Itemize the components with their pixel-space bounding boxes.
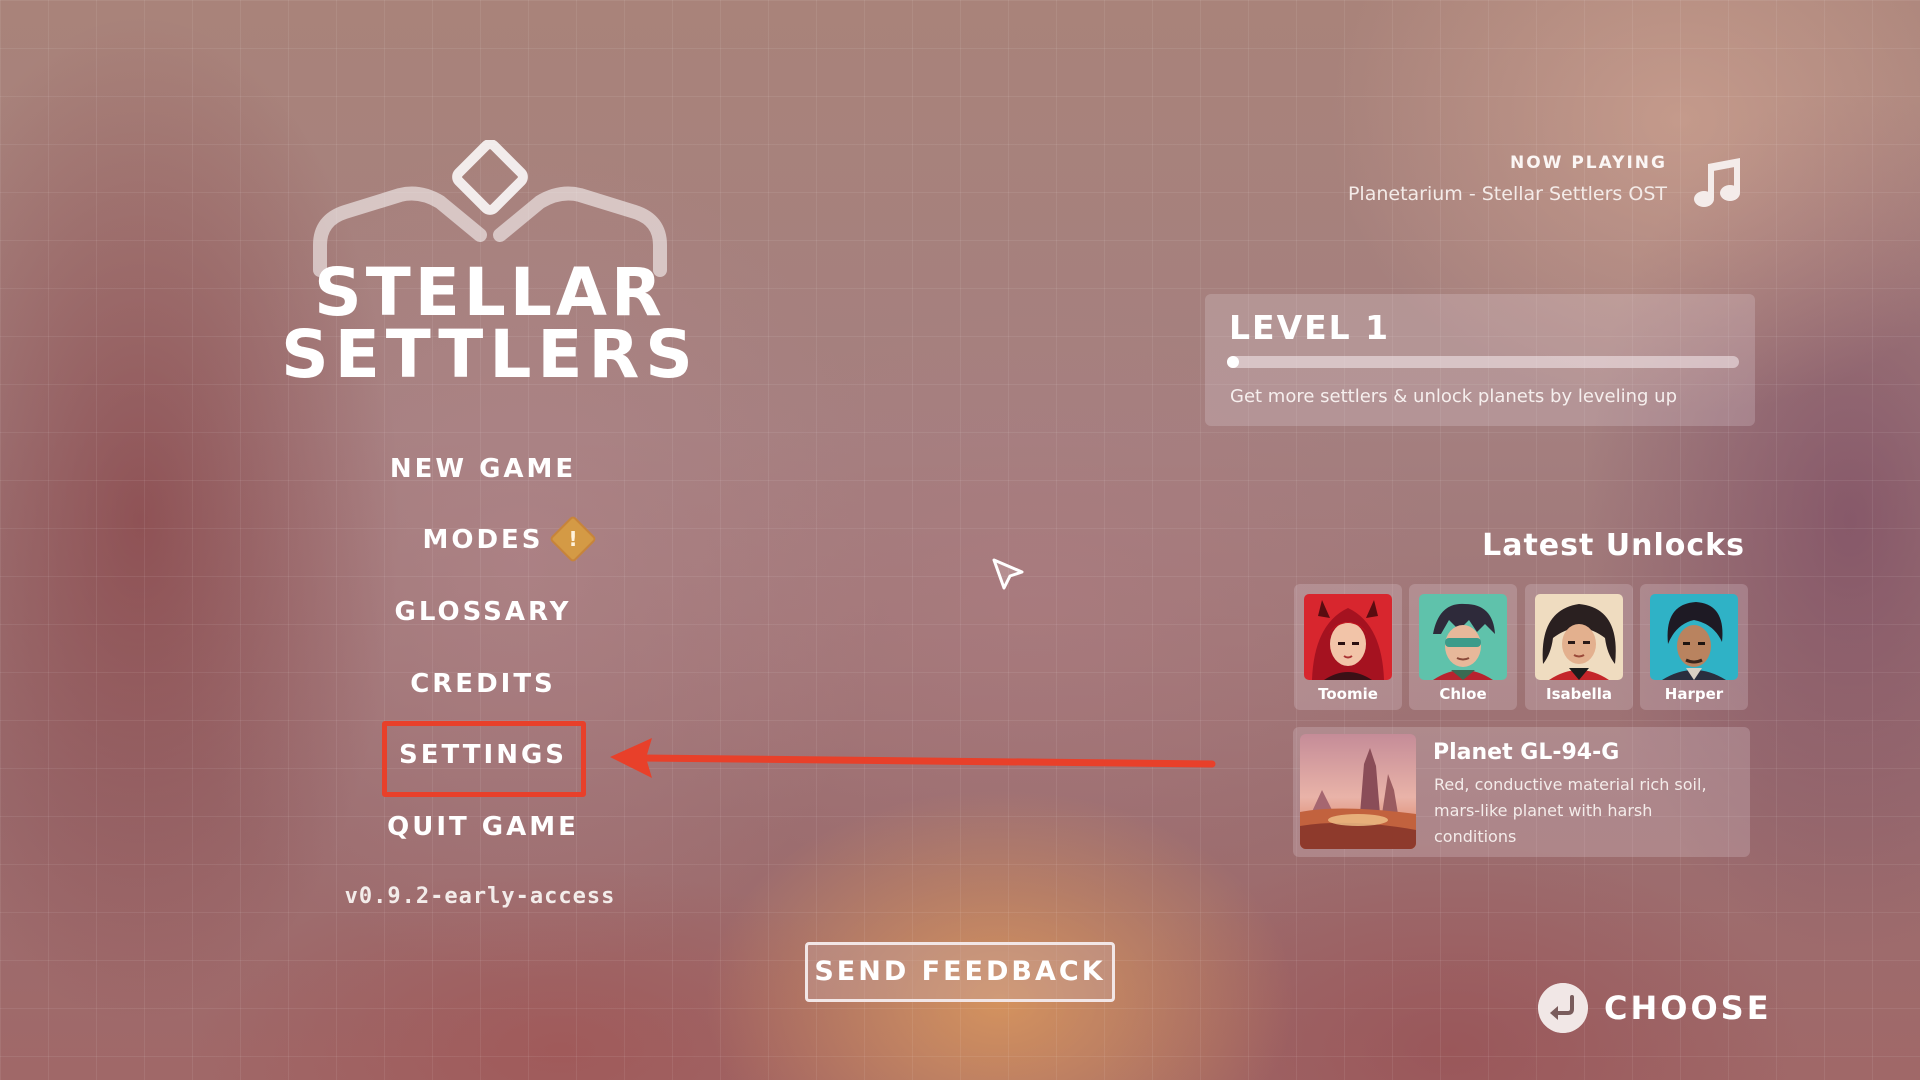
warning-diamond-icon: ! (548, 514, 598, 564)
settler-card-chloe[interactable]: Chloe (1409, 584, 1517, 710)
settler-card-isabella[interactable]: Isabella (1525, 584, 1633, 710)
planet-description: Red, conductive material rich soil, mars… (1434, 775, 1707, 846)
settler-portrait-toomie (1304, 594, 1392, 680)
settler-name: Isabella (1546, 685, 1612, 703)
menu-item-credits[interactable]: CREDITS (383, 669, 583, 699)
settler-card-harper[interactable]: Harper (1640, 584, 1748, 710)
now-playing-label: NOW PLAYING (1510, 153, 1667, 173)
settler-name: Harper (1664, 685, 1724, 703)
now-playing-track: Planetarium - Stellar Settlers OST (1347, 183, 1667, 205)
settler-portrait-isabella (1535, 594, 1623, 680)
settler-portrait-chloe (1419, 594, 1507, 680)
latest-unlocks-title: Latest Unlocks (1482, 528, 1745, 563)
menu-item-new-game[interactable]: NEW GAME (383, 454, 583, 484)
planet-name: Planet GL-94-G (1433, 740, 1620, 765)
settler-name: Chloe (1439, 685, 1487, 703)
logo-title-line2: SETTLERS (281, 316, 699, 393)
annotation-arrow (610, 738, 1216, 778)
planet-thumbnail (1300, 734, 1416, 849)
menu-item-quit-game[interactable]: QUIT GAME (383, 812, 583, 842)
game-logo: STELLAR SETTLERS (280, 140, 700, 400)
main-menu-screen: STELLAR SETTLERS NEW GAME MODES ! GLOSSA… (0, 0, 1920, 1080)
settler-card-toomie[interactable]: Toomie (1294, 584, 1402, 710)
planet-unlock-card[interactable]: Planet GL-94-G Red, conductive material … (1293, 727, 1750, 857)
mouse-cursor-icon (992, 558, 1024, 590)
level-progress-fill (1227, 356, 1239, 368)
choose-label: CHOOSE (1604, 989, 1772, 1027)
music-note-icon (1694, 158, 1740, 207)
send-feedback-button[interactable]: SEND FEEDBACK (805, 942, 1115, 1002)
menu-item-glossary[interactable]: GLOSSARY (383, 597, 583, 627)
level-panel: LEVEL 1 Get more settlers & unlock plane… (1205, 294, 1755, 426)
settler-portrait-harper (1650, 594, 1738, 680)
enter-return-icon (1538, 983, 1588, 1033)
version-label: v0.9.2-early-access (344, 884, 616, 909)
menu-item-settings[interactable]: SETTINGS (383, 740, 583, 770)
level-hint-text: Get more settlers & unlock planets by le… (1230, 386, 1678, 407)
level-title: LEVEL 1 (1229, 308, 1391, 347)
level-progress-bar (1227, 356, 1739, 368)
settler-name: Toomie (1318, 685, 1378, 703)
